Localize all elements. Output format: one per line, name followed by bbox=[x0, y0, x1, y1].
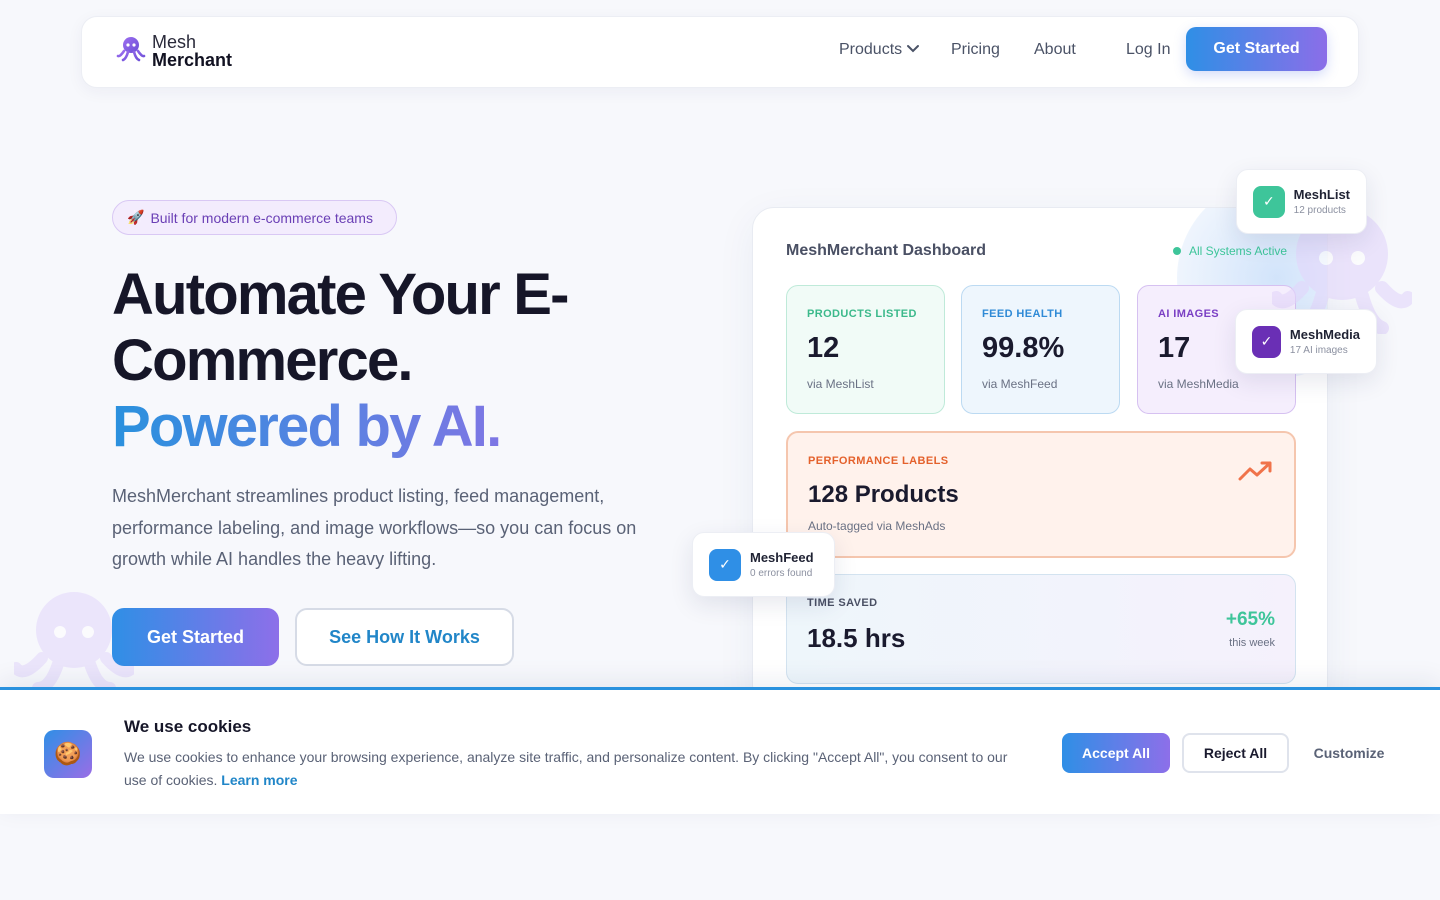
logo-text: Mesh Merchant bbox=[152, 33, 232, 69]
octopus-logo-icon bbox=[116, 34, 146, 69]
meshfeed-floating-card: ✓ MeshFeed 0 errors found bbox=[692, 532, 835, 597]
hero-badge-label: Built for modern e-commerce teams bbox=[150, 209, 373, 226]
meshfeed-title: MeshFeed bbox=[750, 550, 814, 565]
status-badge: All Systems Active bbox=[1173, 244, 1287, 258]
hero-title: Automate Your E-Commerce. Powered by AI. bbox=[112, 262, 632, 460]
meshmedia-sub: 17 AI images bbox=[1289, 345, 1348, 356]
dashboard-title: MeshMerchant Dashboard bbox=[786, 242, 987, 259]
logo-line1: Mesh bbox=[152, 32, 197, 52]
logo-line2: Merchant bbox=[152, 50, 233, 70]
hero-title-line1: Automate Your E-Commerce. bbox=[112, 262, 569, 393]
performance-sub: Auto-tagged via MeshAds bbox=[808, 519, 946, 533]
meshlist-sub: 12 products bbox=[1293, 205, 1346, 216]
nav-products[interactable]: Products bbox=[839, 41, 920, 59]
time-saved-change: +65% bbox=[1225, 609, 1275, 630]
rocket-icon: 🚀 bbox=[127, 209, 145, 225]
dashboard-card: MeshMerchant Dashboard All Systems Activ… bbox=[752, 207, 1328, 707]
stat-sub: via MeshFeed bbox=[982, 377, 1058, 391]
nav-about[interactable]: About bbox=[1034, 41, 1076, 59]
meshlist-floating-card: ✓ MeshList 12 products bbox=[1236, 169, 1367, 234]
cookie-banner: 🍪 We use cookies We use cookies to enhan… bbox=[0, 687, 1440, 814]
cookie-title: We use cookies bbox=[124, 717, 252, 736]
performance-label: PERFORMANCE LABELS bbox=[808, 455, 949, 467]
meshlist-title: MeshList bbox=[1293, 187, 1350, 202]
meshfeed-sub: 0 errors found bbox=[750, 568, 813, 579]
stat-sub: via MeshMedia bbox=[1158, 377, 1239, 391]
learn-more-link[interactable]: Learn more bbox=[221, 772, 297, 788]
see-how-it-works-button[interactable]: See How It Works bbox=[295, 608, 514, 666]
time-saved-value: 18.5 hrs bbox=[807, 623, 906, 653]
stat-value: 12 bbox=[807, 332, 840, 364]
nav-pricing[interactable]: Pricing bbox=[951, 41, 1000, 59]
hero-badge: 🚀 Built for modern e-commerce teams bbox=[112, 200, 397, 235]
check-icon: ✓ bbox=[709, 548, 741, 581]
time-saved-change-sub: this week bbox=[1229, 637, 1275, 649]
nav-login[interactable]: Log In bbox=[1126, 41, 1170, 59]
hero-title-line2: Powered by AI. bbox=[112, 394, 632, 460]
chevron-down-icon bbox=[906, 41, 920, 59]
accept-all-button[interactable]: Accept All bbox=[1062, 733, 1170, 773]
performance-value: 128 Products bbox=[808, 481, 959, 508]
check-icon: ✓ bbox=[1252, 325, 1281, 358]
customize-button[interactable]: Customize bbox=[1305, 733, 1393, 773]
hero-get-started-button[interactable]: Get Started bbox=[112, 608, 279, 666]
logo[interactable]: Mesh Merchant bbox=[116, 33, 232, 69]
top-navbar: Mesh Merchant Products Pricing About Log… bbox=[81, 16, 1359, 88]
stat-sub: via MeshList bbox=[807, 377, 874, 391]
cookie-icon: 🍪 bbox=[44, 730, 92, 778]
reject-all-button[interactable]: Reject All bbox=[1182, 733, 1289, 773]
stat-card-feed-health: FEED HEALTH 99.8% via MeshFeed bbox=[961, 285, 1120, 414]
meshmedia-title: MeshMedia bbox=[1289, 327, 1360, 342]
stat-label: PRODUCTS LISTED bbox=[807, 308, 917, 320]
stat-card-products: PRODUCTS LISTED 12 via MeshList bbox=[786, 285, 945, 414]
trending-up-icon bbox=[1238, 459, 1274, 488]
status-dot-icon bbox=[1173, 247, 1181, 255]
cookie-text: We use cookies to enhance your browsing … bbox=[124, 746, 1024, 792]
stat-label: FEED HEALTH bbox=[982, 308, 1063, 320]
stat-value: 99.8% bbox=[982, 332, 1065, 364]
time-saved-label: TIME SAVED bbox=[807, 597, 878, 609]
nav-get-started-button[interactable]: Get Started bbox=[1186, 27, 1327, 71]
check-icon: ✓ bbox=[1253, 185, 1285, 218]
performance-labels-card: PERFORMANCE LABELS 128 Products Auto-tag… bbox=[786, 431, 1296, 558]
nav-products-label: Products bbox=[839, 41, 903, 58]
time-saved-card: TIME SAVED 18.5 hrs +65% this week bbox=[786, 574, 1296, 684]
meshmedia-floating-card: ✓ MeshMedia 17 AI images bbox=[1235, 309, 1377, 374]
hero-description: MeshMerchant streamlines product listing… bbox=[112, 486, 637, 569]
